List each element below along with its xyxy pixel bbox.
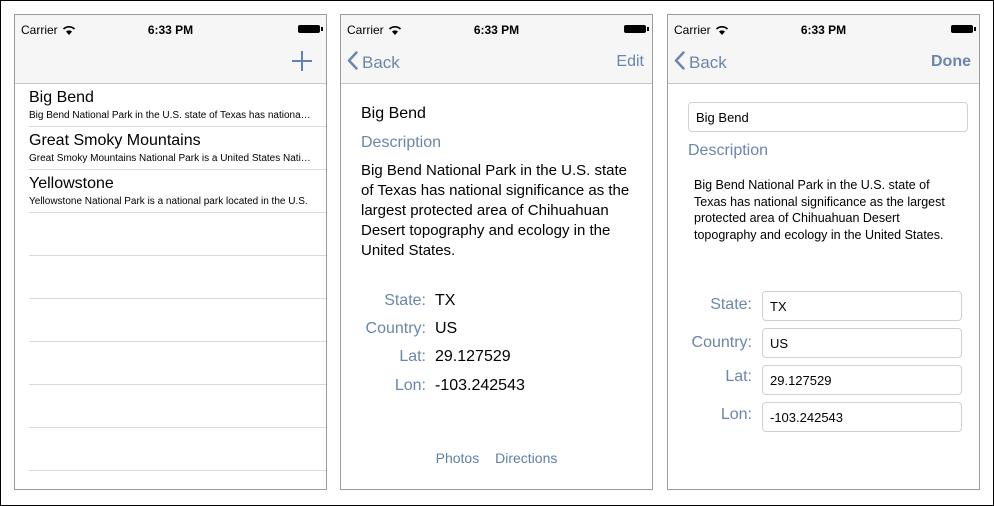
navigation-bar: Carrier 6:33 PM [15, 15, 326, 84]
lat-label: Lat: [725, 368, 752, 385]
empty-row [29, 342, 326, 385]
field-label: Country: [365, 320, 426, 337]
navigation-bar: Carrier 6:33 PM Back Edit [341, 15, 652, 84]
item-subtitle: Yellowstone National Park is a national … [29, 196, 308, 207]
description-label: Description [361, 134, 442, 151]
edit-screen: Carrier 6:33 PM Back Done Big Bend Descr… [667, 14, 980, 490]
clock: 6:33 PM [473, 23, 520, 37]
battery-icon [624, 25, 649, 33]
empty-row [29, 213, 326, 256]
navigation-bar: Carrier 6:33 PM Back Done [668, 15, 979, 84]
edit-button[interactable]: Edit [616, 53, 644, 71]
park-name: Big Bend [361, 105, 426, 122]
empty-row [29, 256, 326, 299]
item-title: Great Smoky Mountains [29, 132, 201, 149]
back-button[interactable]: Back [674, 51, 727, 75]
description-textview[interactable]: Big Bend National Park in the U.S. state… [694, 177, 956, 243]
clock: 6:33 PM [147, 23, 194, 37]
field-value: -103.242543 [435, 377, 525, 394]
state-label: State: [710, 296, 752, 313]
list-item[interactable]: Great Smoky Mountains Great Smoky Mounta… [29, 127, 326, 170]
list-screen: Carrier 6:33 PM Big Bend Big Bend Nation… [14, 14, 327, 490]
chevron-left-icon [674, 51, 685, 75]
empty-row [29, 428, 326, 471]
park-list: Big Bend Big Bend National Park in the U… [15, 84, 326, 471]
description-text: Big Bend National Park in the U.S. state… [361, 162, 630, 259]
status-bar: Carrier 6:33 PM [15, 15, 326, 41]
item-subtitle: Big Bend National Park in the U.S. state… [29, 110, 311, 121]
name-field[interactable]: Big Bend [688, 102, 968, 132]
state-field[interactable]: TX [762, 291, 962, 321]
back-button[interactable]: Back [347, 51, 400, 75]
battery-icon [298, 25, 323, 33]
action-links: Photos Directions [341, 450, 652, 466]
field-value: US [435, 320, 458, 337]
status-bar: Carrier 6:33 PM [668, 15, 979, 41]
photos-button[interactable]: Photos [436, 450, 480, 466]
field-value: TX [435, 292, 456, 309]
item-title: Yellowstone [29, 175, 114, 192]
done-button[interactable]: Done [931, 53, 971, 71]
clock: 6:33 PM [800, 23, 847, 37]
lon-field[interactable]: -103.242543 [762, 402, 962, 432]
add-icon[interactable] [292, 51, 312, 71]
list-item[interactable]: Yellowstone Yellowstone National Park is… [29, 170, 326, 213]
back-label: Back [362, 53, 400, 72]
detail-screen: Carrier 6:33 PM Back Edit Big Bend Descr… [340, 14, 653, 490]
field-label: Lon: [394, 377, 426, 394]
lat-field[interactable]: 29.127529 [762, 365, 962, 395]
directions-button[interactable]: Directions [495, 450, 557, 466]
field-label: State: [384, 292, 426, 309]
field-label: Lat: [399, 348, 426, 365]
item-subtitle: Great Smoky Mountains National Park is a… [29, 153, 311, 164]
status-bar: Carrier 6:33 PM [341, 15, 652, 41]
item-title: Big Bend [29, 89, 94, 106]
field-value: 29.127529 [435, 348, 511, 365]
list-item[interactable]: Big Bend Big Bend National Park in the U… [29, 84, 326, 127]
description-label: Description [688, 142, 769, 159]
chevron-left-icon [347, 51, 358, 75]
country-label: Country: [691, 334, 752, 351]
country-field[interactable]: US [762, 328, 962, 358]
battery-icon [951, 25, 976, 33]
lon-label: Lon: [720, 406, 752, 423]
empty-row [29, 299, 326, 342]
empty-row [29, 385, 326, 428]
back-label: Back [689, 53, 727, 72]
